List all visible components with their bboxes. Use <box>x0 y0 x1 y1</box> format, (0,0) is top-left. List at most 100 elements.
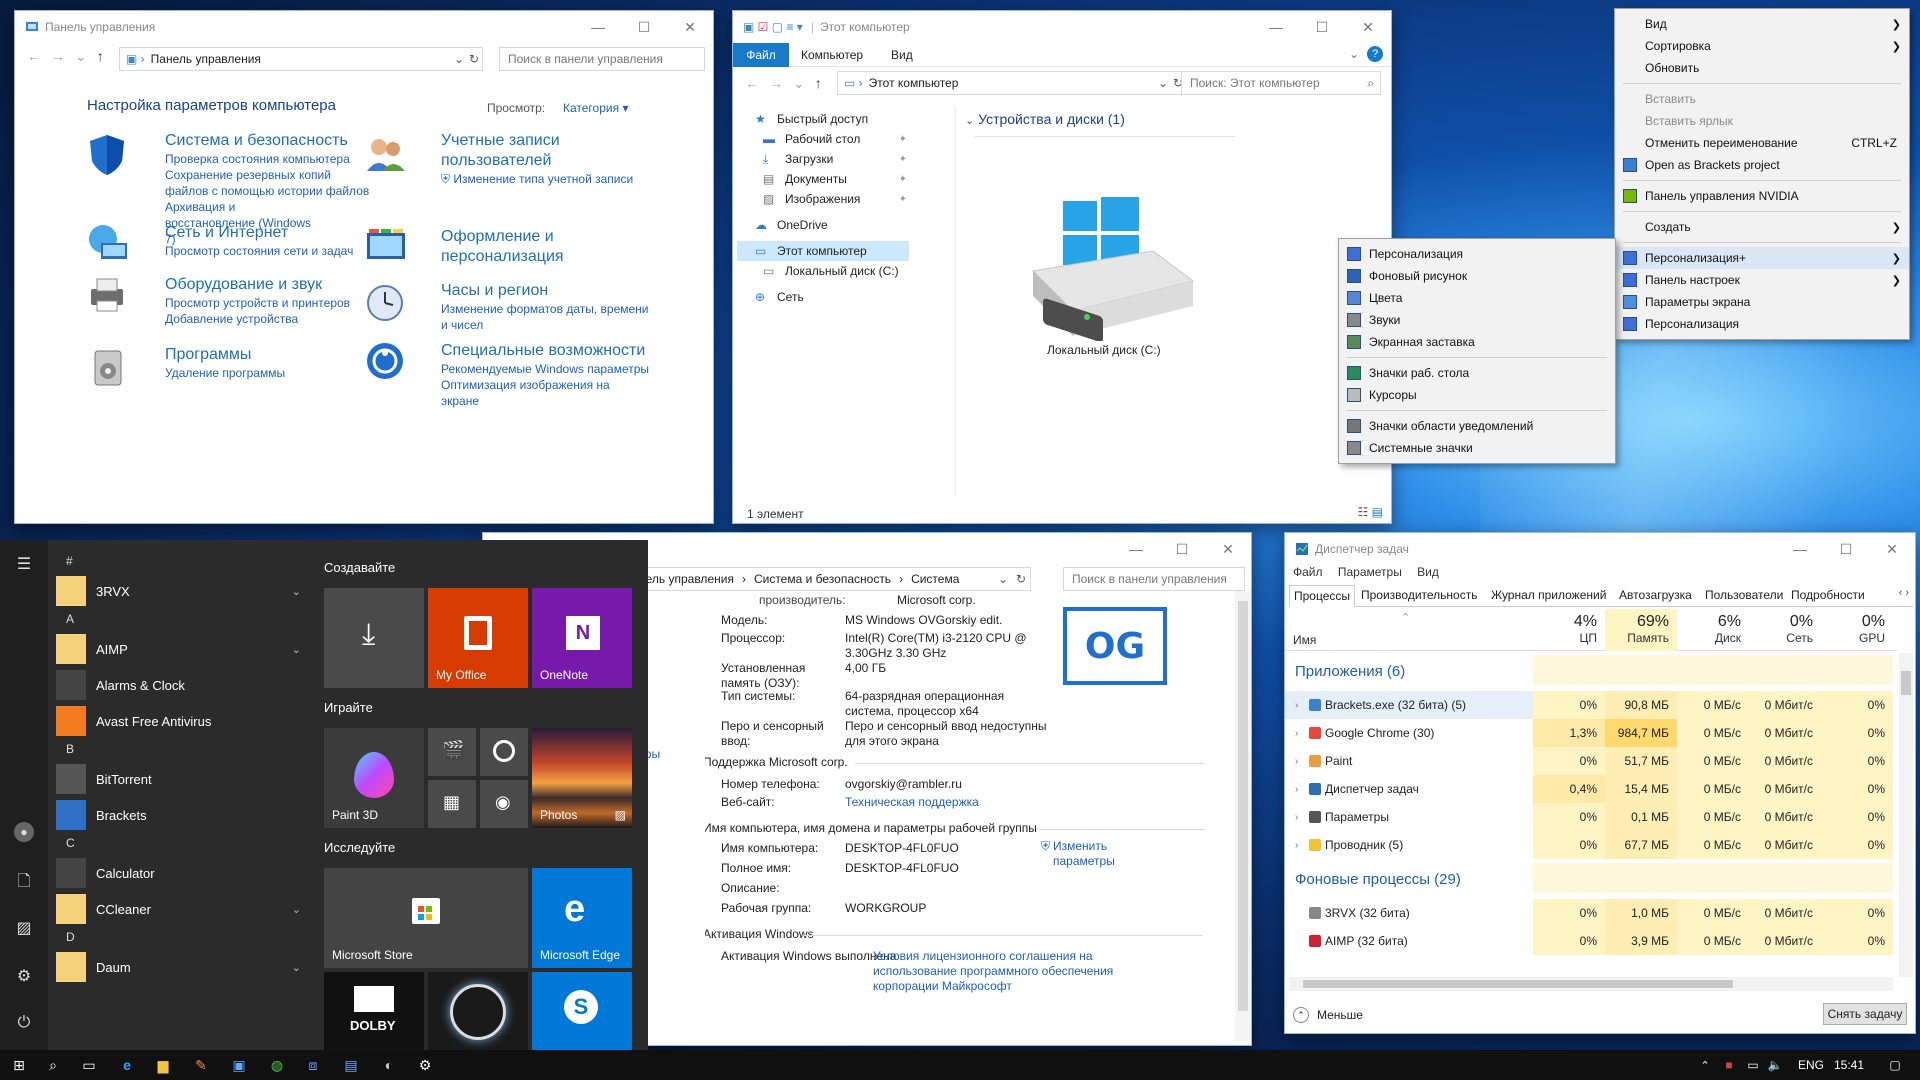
cat-link[interactable]: ⛨ Изменение типа учетной записи <box>441 171 633 187</box>
process-row[interactable]: 3RVX (32 бита) 0% 1,0 МБ 0 МБ/с 0 Мбит/с 0% <box>1285 899 1893 927</box>
tile-camera[interactable]: ◉ <box>480 780 528 828</box>
tile-store[interactable]: Microsoft Store <box>324 868 528 968</box>
documents-icon[interactable]: 🗋 <box>14 870 34 890</box>
app-item[interactable]: AIMP ⌄ <box>56 634 301 664</box>
search-icon[interactable]: ⌕ <box>44 1056 62 1074</box>
menu-item[interactable]: Вставить <box>1615 88 1909 110</box>
user-icon[interactable]: ● <box>14 822 34 842</box>
maximize-button[interactable]: ☐ <box>1823 533 1869 565</box>
maximize-button[interactable]: ☐ <box>1299 11 1345 43</box>
process-row[interactable]: › Параметры 0% 0,1 МБ 0 МБ/с 0 Мбит/с 0% <box>1285 803 1893 831</box>
edge-icon[interactable]: e <box>118 1056 136 1074</box>
scrollbar-thumb[interactable] <box>1238 601 1248 1011</box>
chevron-down-icon[interactable]: ⌄ <box>1158 76 1168 90</box>
cat-link[interactable]: Проверка состояния компьютера <box>165 151 375 167</box>
vscrollbar[interactable] <box>1899 653 1913 977</box>
nav-item[interactable]: ★ Быстрый доступ <box>737 109 909 129</box>
chevron-right-icon[interactable]: › <box>1295 700 1298 711</box>
chevron-right-icon[interactable]: › <box>1295 728 1298 739</box>
nav-item[interactable]: ⤓ Загрузки ✦ <box>737 149 909 169</box>
menu-item[interactable]: Звуки <box>1339 309 1615 331</box>
sort-arrow-icon[interactable]: ⌃ <box>1401 611 1410 624</box>
nav-arrows[interactable]: ←→⌄↑ <box>27 48 114 65</box>
menu-item[interactable]: Персонализация <box>1339 243 1615 265</box>
close-button[interactable]: ✕ <box>1345 11 1391 43</box>
app-item[interactable]: Alarms & Clock <box>56 670 301 700</box>
change-settings-link[interactable]: ⛨ Изменить параметры <box>1041 839 1133 869</box>
tile-dolby[interactable]: DOLBY <box>324 972 424 1050</box>
ribbon-expand-icon[interactable]: ⌄ <box>1349 47 1359 61</box>
tile-cortana[interactable] <box>428 972 528 1050</box>
search-input[interactable]: Поиск в панели управления <box>499 47 705 71</box>
hscrollbar[interactable] <box>1289 977 1893 991</box>
letter-header[interactable]: C <box>66 836 75 850</box>
close-button[interactable]: ✕ <box>1205 533 1251 565</box>
nav-arrows[interactable]: ←→⌄↑ <box>745 75 832 92</box>
website-link[interactable]: Техническая поддержка <box>845 795 979 810</box>
menu-item[interactable]: Open as Brackets project <box>1615 154 1909 176</box>
menu-item[interactable]: Панель управления NVIDIA <box>1615 185 1909 207</box>
chevron-down-icon[interactable]: ⌄ <box>292 961 301 974</box>
drive-item[interactable]: Локальный диск (C:) <box>1023 191 1203 371</box>
tile-calculator[interactable]: ▦ <box>428 780 476 828</box>
tab-0[interactable]: Процессы <box>1289 585 1356 607</box>
tile-onenote[interactable]: N OneNote <box>532 588 632 688</box>
search-input[interactable]: Поиск в панели управления <box>1063 567 1245 591</box>
help-icon[interactable]: ? <box>1367 46 1383 62</box>
process-row[interactable]: › Brackets.exe (32 бита) (5) 0% 90,8 МБ 0 МБ… <box>1285 691 1893 719</box>
network-icon[interactable]: ▭ <box>1744 1056 1762 1074</box>
volume-icon[interactable]: 🔈 <box>1766 1056 1784 1074</box>
menu-item[interactable]: Сортировка ❯ <box>1615 35 1909 57</box>
menu-item[interactable]: Панель настроек ❯ <box>1615 269 1909 291</box>
menu-view[interactable]: Вид <box>1417 565 1439 579</box>
chevron-down-icon[interactable]: ⌄ <box>454 52 464 66</box>
app-item[interactable]: Avast Free Antivirus <box>56 706 301 736</box>
quick-access-toolbar[interactable]: ▣ ☑ ▢ ≡ ▾ <box>743 20 803 34</box>
ribbon-tab-computer[interactable]: Компьютер <box>801 48 863 62</box>
windows-start-icon[interactable]: ⊞ <box>10 1056 28 1074</box>
minimize-button[interactable]: — <box>1253 11 1299 43</box>
bittorrent-icon[interactable]: ◐ <box>380 1056 398 1074</box>
app-item[interactable]: 3RVX ⌄ <box>56 576 301 606</box>
app-item[interactable]: Daum ⌄ <box>56 952 301 982</box>
process-row[interactable]: › Проводник (5) 0% 67,7 МБ 0 МБ/с 0 Мбит/с 0% <box>1285 831 1893 859</box>
minimize-button[interactable]: — <box>1777 533 1823 565</box>
address-bar[interactable]: ▣ › Панель управления ⌄ ↻ <box>119 47 483 71</box>
cat-title[interactable]: Учетные записи пользователей <box>441 131 571 171</box>
breadcrumb[interactable]: нель управления › Система и безопасность ›… <box>633 567 1031 591</box>
paint-icon[interactable]: ✎ <box>192 1056 210 1074</box>
pin-icon[interactable]: ✦ <box>899 134 907 145</box>
pin-icon[interactable]: ✦ <box>899 154 907 165</box>
tile-photos[interactable]: Photos ▨ <box>532 728 632 828</box>
nav-item[interactable]: ▭ Этот компьютер <box>737 241 909 261</box>
menu-item[interactable]: Значки раб. стола <box>1339 362 1615 384</box>
settings-icon[interactable]: ⚙ <box>14 966 34 986</box>
pictures-icon[interactable]: ▨ <box>14 918 34 938</box>
power-icon[interactable]: ⏻ <box>14 1014 34 1034</box>
breadcrumb-item[interactable]: Система <box>911 572 959 586</box>
chevron-up-icon[interactable]: ⌃ <box>1696 1056 1714 1074</box>
nav-item[interactable]: ⊕ Сеть <box>737 287 909 307</box>
cat-link[interactable]: Сохранение резервных копий файлов с помо… <box>165 167 375 199</box>
chevron-right-icon[interactable]: › <box>1295 840 1298 851</box>
chevron-down-icon[interactable]: ⌄ <box>292 643 301 656</box>
hscroll-thumb[interactable] <box>1303 980 1733 988</box>
nav-item[interactable]: ▨ Изображения ✦ <box>737 189 909 209</box>
cat-link[interactable]: Просмотр устройств и принтеров <box>165 295 350 311</box>
chevron-right-icon[interactable]: › <box>1295 784 1298 795</box>
cat-title[interactable]: Сеть и Интернет <box>165 223 353 243</box>
clock[interactable]: 15:41 <box>1834 1058 1864 1072</box>
notifications-icon[interactable]: ▢ <box>1886 1056 1904 1074</box>
settings-icon[interactable]: ⚙ <box>416 1056 434 1074</box>
maximize-button[interactable]: ☐ <box>1159 533 1205 565</box>
refresh-icon[interactable]: ↻ <box>469 52 479 66</box>
view-toggle-icons[interactable]: ☷ ▤ <box>1358 505 1383 519</box>
cat-link[interactable]: Добавление устройства <box>165 311 350 327</box>
column-header-cell[interactable]: 0% Сеть <box>1749 609 1821 651</box>
file-explorer-icon[interactable]: ▆ <box>154 1056 172 1074</box>
nav-item[interactable]: ▤ Документы ✦ <box>737 169 909 189</box>
language-indicator[interactable]: ENG <box>1798 1058 1824 1072</box>
view-dropdown[interactable]: Категория ▾ <box>563 101 628 115</box>
tile-edge[interactable]: e Microsoft Edge <box>532 868 632 968</box>
chevron-down-icon[interactable]: ⌄ <box>998 572 1008 586</box>
